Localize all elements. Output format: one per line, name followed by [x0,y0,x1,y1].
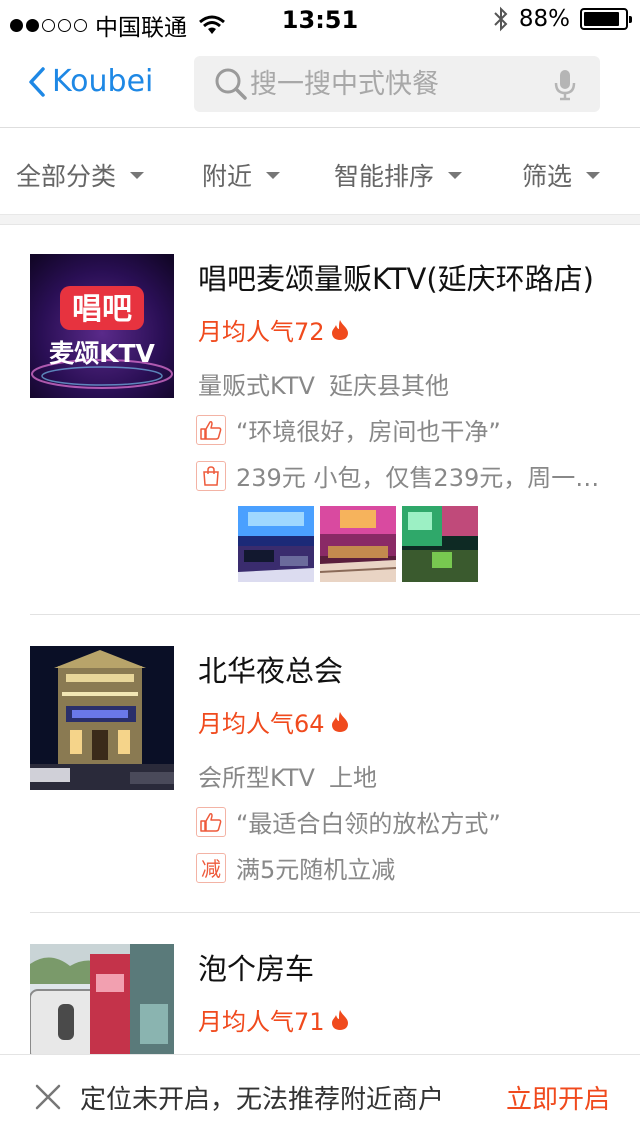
thumb-brand-text: 麦颂KTV [49,339,155,368]
thumbs-up-icon [196,806,226,837]
search-bar[interactable] [194,56,600,112]
listing-thumbnail [30,646,174,790]
section-gap [0,215,640,225]
filter-category-label: 全部分类 [16,162,117,191]
triangle-down-icon [130,171,145,179]
listing-item[interactable]: 北华夜总会 月均人气64 会所型KTV 上地 “最适合白领的放松方式” 减 满5元… [0,646,640,913]
review-text: “环境很好，房间也干净” [236,418,501,446]
triangle-down-icon [586,171,601,179]
listing-name: 北华夜总会 [198,654,344,688]
triangle-down-icon [266,171,281,179]
promo-line: 减 满5元随机立减 [196,850,616,885]
review-line: “最适合白领的放松方式” [196,804,616,839]
ktv-room-photo[interactable] [238,506,314,582]
listing-thumbnail [30,944,174,1054]
deal-line: 239元 小包，仅售239元，周一至周日 [196,458,616,493]
back-label: Koubei [52,64,154,99]
filter-nearby[interactable]: 附近 [202,157,281,193]
filter-screen[interactable]: 筛选 [522,157,601,193]
location-banner: 定位未开启，无法推荐附近商户 立即开启 [0,1054,640,1136]
battery-icon [580,8,632,30]
thumbs-up-icon [196,414,226,445]
filter-category[interactable]: 全部分类 [16,157,145,193]
status-right: 88% [493,6,632,32]
review-line: “环境很好，房间也干净” [196,412,616,447]
ktv-room-photo[interactable] [402,506,478,582]
category-text: 会所型KTV [198,764,315,792]
filter-sort-label: 智能排序 [334,162,435,191]
chevron-left-icon [29,66,45,97]
navigation-bar: Koubei [0,40,640,128]
status-bar: 中国联通 13:51 88% [0,0,640,41]
listing-item[interactable]: 泡个房车 月均人气71 [0,944,640,1054]
discount-badge: 减 [196,852,226,883]
shopping-bag-icon [196,460,226,491]
bluetooth-icon [494,6,508,32]
listing-popularity: 月均人气71 [198,1002,349,1037]
search-icon [215,68,247,100]
triangle-down-icon [448,171,463,179]
battery-percent: 88% [518,6,570,32]
banner-message: 定位未开启，无法推荐附近商户 [80,1085,445,1115]
listing-category: 量贩式KTV 延庆县其他 [198,366,449,401]
flame-icon [331,711,348,732]
area-text: 延庆县其他 [328,372,449,400]
filter-sort[interactable]: 智能排序 [334,157,463,193]
thumb-logo-text: 唱吧 [72,292,132,327]
listing-category: 会所型KTV 上地 [198,758,377,793]
promo-text: 满5元随机立减 [236,856,396,884]
category-text: 量贩式KTV [198,372,315,400]
microphone-icon[interactable] [554,69,576,101]
listing-popularity: 月均人气72 [198,312,349,347]
listing-item[interactable]: 唱吧 麦颂KTV 唱吧麦颂量贩KTV(延庆环路店) 月均人气72 量贩式KTV 延… [0,254,640,615]
popularity-text: 月均人气71 [198,1008,325,1036]
divider [30,912,640,913]
listing-name: 唱吧麦颂量贩KTV(延庆环路店) [198,262,594,296]
back-button[interactable]: Koubei [28,64,153,99]
listing-popularity: 月均人气64 [198,704,349,739]
popularity-text: 月均人气72 [198,318,325,346]
battery-level [584,12,620,26]
listing-thumbnail: 唱吧 麦颂KTV [30,254,174,398]
deal-text: 239元 小包，仅售239元，周一至周日 [236,464,616,492]
area-text: 上地 [328,764,377,792]
review-text: “最适合白领的放松方式” [236,810,501,838]
filter-nearby-label: 附近 [202,162,253,191]
search-input[interactable] [250,64,540,104]
photo-strip [238,506,478,582]
flame-icon [331,319,348,340]
close-icon[interactable] [34,1083,62,1111]
filter-bar: 全部分类 附近 智能排序 筛选 [0,129,640,215]
filter-screen-label: 筛选 [522,162,573,191]
enable-location-button[interactable]: 立即开启 [506,1079,610,1116]
ktv-room-photo[interactable] [320,506,396,582]
listing-name: 泡个房车 [198,952,315,986]
flame-icon [331,1009,348,1030]
popularity-text: 月均人气64 [198,710,325,738]
divider [30,614,640,615]
